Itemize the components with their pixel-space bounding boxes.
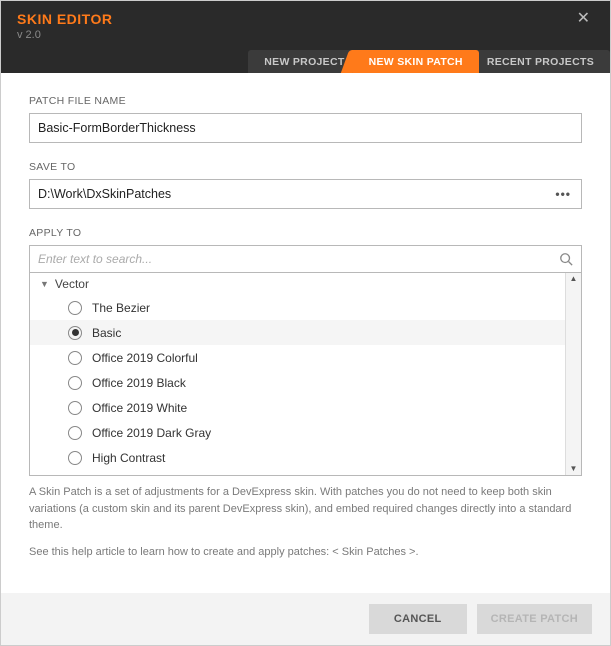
create-patch-button[interactable]: CREATE PATCH (477, 604, 592, 634)
help-text-2-suffix: . (415, 546, 418, 558)
skin-list: ▼ Vector The Bezier Basic Office 2019 Colo… (29, 273, 582, 476)
chevron-down-icon: ▼ (40, 279, 49, 289)
dialog-footer: CANCEL CREATE PATCH (1, 593, 610, 645)
save-to-input[interactable] (38, 187, 553, 201)
list-item-label: Office 2019 White (92, 401, 187, 415)
list-item-label: High Contrast (92, 451, 165, 465)
radio-icon[interactable] (68, 451, 82, 465)
list-item-label: Basic (92, 326, 121, 340)
scrollbar[interactable]: ▲ ▼ (565, 273, 581, 475)
list-item[interactable]: Office 2019 White (30, 395, 565, 420)
radio-icon[interactable] (68, 426, 82, 440)
search-field[interactable] (29, 245, 582, 273)
app-version: v 2.0 (17, 29, 112, 41)
list-item[interactable]: Office 2019 Black (30, 370, 565, 395)
list-item[interactable]: Office 2019 Colorful (30, 345, 565, 370)
window-header: SKIN EDITOR v 2.0 ✕ NEW PROJECT NEW SKIN… (1, 1, 610, 73)
tab-bar: NEW PROJECT NEW SKIN PATCH RECENT PROJEC… (248, 47, 610, 73)
skin-list-body: ▼ Vector The Bezier Basic Office 2019 Colo… (30, 273, 565, 475)
search-input[interactable] (38, 252, 559, 266)
list-item-label: Office 2019 Dark Gray (92, 426, 211, 440)
radio-icon[interactable] (68, 301, 82, 315)
list-item[interactable]: Basic (30, 320, 565, 345)
list-item-label: Office 2019 Black (92, 376, 186, 390)
list-item[interactable]: The Bezier (30, 295, 565, 320)
patch-name-field[interactable] (29, 113, 582, 143)
radio-icon[interactable] (68, 351, 82, 365)
title-block: SKIN EDITOR v 2.0 (17, 11, 112, 41)
list-item-label: The Bezier (92, 301, 150, 315)
patch-name-label: PATCH FILE NAME (29, 95, 582, 107)
tab-new-skin-patch[interactable]: NEW SKIN PATCH (353, 50, 479, 73)
scroll-down-icon[interactable]: ▼ (570, 465, 578, 473)
cancel-button[interactable]: CANCEL (369, 604, 467, 634)
form-content: PATCH FILE NAME SAVE TO ••• APPLY TO ▼ V… (1, 73, 610, 560)
radio-icon[interactable] (68, 326, 82, 340)
search-icon[interactable] (559, 252, 573, 266)
help-text-2-prefix: See this help article to learn how to cr… (29, 546, 332, 558)
apply-to-label: APPLY TO (29, 227, 582, 239)
help-text-1: A Skin Patch is a set of adjustments for… (29, 484, 582, 534)
save-to-field[interactable]: ••• (29, 179, 582, 209)
group-header-vector[interactable]: ▼ Vector (30, 273, 565, 295)
group-label: Vector (55, 277, 89, 291)
list-item[interactable]: High Contrast (30, 445, 565, 470)
list-item-label: Office 2019 Colorful (92, 351, 198, 365)
close-icon[interactable]: ✕ (573, 11, 594, 27)
tab-recent-projects[interactable]: RECENT PROJECTS (471, 50, 610, 73)
radio-icon[interactable] (68, 376, 82, 390)
app-title: SKIN EDITOR (17, 11, 112, 27)
radio-icon[interactable] (68, 401, 82, 415)
patch-name-input[interactable] (38, 121, 573, 135)
list-item[interactable]: Office 2019 Dark Gray (30, 420, 565, 445)
help-text-2: See this help article to learn how to cr… (29, 544, 582, 561)
browse-icon[interactable]: ••• (553, 187, 573, 201)
save-to-label: SAVE TO (29, 161, 582, 173)
scroll-up-icon[interactable]: ▲ (570, 275, 578, 283)
help-link[interactable]: < Skin Patches > (332, 546, 415, 558)
